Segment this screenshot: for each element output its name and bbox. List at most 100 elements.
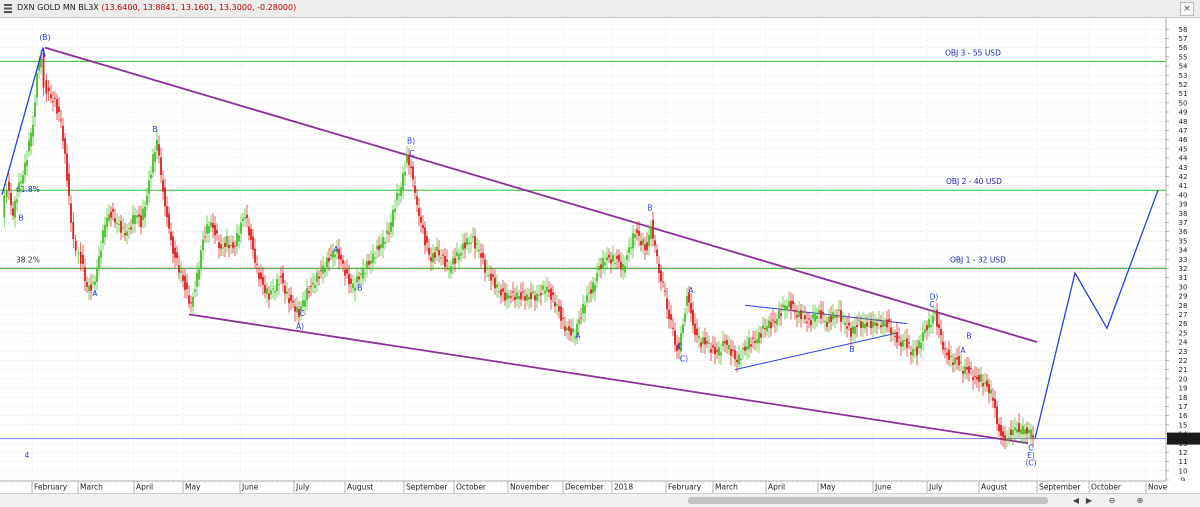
candle-body: [376, 246, 378, 249]
candle-body: [766, 325, 768, 332]
candle-body: [418, 208, 420, 217]
candle-body: [544, 290, 546, 294]
candle-body: [942, 341, 944, 350]
candle-body: [52, 101, 54, 103]
candle-body: [820, 310, 822, 319]
scroll-left-icon[interactable]: ◀: [1070, 495, 1082, 506]
candle-body: [482, 252, 484, 259]
candle-body: [400, 187, 402, 196]
price-chart[interactable]: OBJ 3 - 55 USD OBJ 2 - 40 USD 38.2% OBJ 1 -…: [0, 0, 1200, 507]
candle-body: [696, 328, 698, 336]
candle-body: [602, 257, 604, 269]
candle-body: [290, 294, 292, 301]
candle-body: [374, 257, 376, 259]
candle-body: [776, 319, 778, 325]
candle-body: [250, 228, 252, 240]
candle-body: [47, 87, 50, 92]
candle-body: [746, 346, 748, 351]
y-tick-label: 42: [1179, 173, 1188, 181]
candle-body: [866, 322, 868, 327]
scroll-right-icon[interactable]: ▶: [1083, 495, 1095, 506]
candle-body: [66, 153, 68, 181]
y-tick-label: 22: [1179, 357, 1188, 365]
y-tick-label: 47: [1179, 127, 1188, 135]
scroll-thumb[interactable]: [688, 497, 1048, 504]
candle-body: [710, 349, 712, 353]
candle-body: [570, 328, 572, 336]
candle-body: [104, 224, 106, 238]
candle-body: [760, 333, 762, 338]
candle-body: [784, 305, 786, 311]
candle-body: [756, 339, 758, 344]
candle-body: [444, 255, 446, 267]
candle-body: [366, 260, 368, 268]
candle-body: [698, 336, 700, 339]
candle-body: [28, 140, 30, 152]
candle-body: [738, 354, 740, 365]
candle-body: [148, 180, 150, 194]
candle-body: [670, 314, 672, 321]
y-tick-label: 40: [1179, 191, 1188, 199]
candle-body: [198, 269, 200, 280]
candle-body: [700, 342, 702, 347]
candle-body: [196, 273, 198, 287]
candle-body: [86, 282, 88, 287]
y-tick-label: 56: [1179, 44, 1188, 52]
candle-body: [926, 325, 928, 331]
x-tick-label: 2018: [614, 483, 633, 492]
candle-body: [354, 287, 356, 292]
candle-body: [310, 285, 312, 287]
y-tick-label: 37: [1179, 219, 1188, 227]
candle-body: [790, 300, 792, 310]
candle-body: [684, 313, 686, 322]
candle-body: [652, 219, 654, 239]
candle-body: [936, 309, 938, 327]
y-tick-label: 10: [1179, 467, 1188, 475]
candle-body: [892, 331, 894, 335]
y-tick-label: 29: [1179, 293, 1188, 301]
candle-body: [592, 282, 594, 294]
wave-label: C: [299, 309, 304, 318]
candle-body: [958, 356, 960, 366]
candle-body: [562, 317, 564, 320]
candle-body: [898, 336, 900, 338]
candle-body: [662, 281, 664, 283]
y-tick-label: 58: [1179, 26, 1188, 34]
candle-body: [886, 319, 888, 328]
zoom-out-icon[interactable]: ⊖: [1106, 495, 1118, 506]
candle-body: [788, 301, 790, 308]
candle-body: [808, 318, 810, 320]
candle-body: [380, 244, 382, 249]
candle-body: [158, 144, 160, 156]
candle-body: [908, 342, 910, 344]
candle-body: [558, 305, 560, 312]
candle-body: [638, 230, 640, 236]
zoom-in-icon[interactable]: ⊕: [1134, 495, 1146, 506]
candle-body: [156, 139, 158, 151]
candle-body: [894, 335, 896, 337]
candle-body: [856, 324, 858, 328]
candle-body: [716, 349, 718, 352]
candle-body: [268, 293, 270, 300]
candle-body: [846, 326, 848, 329]
candle-body: [762, 325, 764, 329]
wave-label: A: [960, 346, 966, 355]
candle-body: [564, 326, 566, 332]
candle-body: [668, 309, 670, 319]
candle-body: [294, 306, 296, 312]
candle-body: [632, 233, 634, 249]
candle-body: [470, 242, 472, 244]
candle-body: [714, 347, 716, 355]
candle-body: [320, 270, 322, 272]
x-tick-label: April: [136, 483, 153, 492]
candle-body: [318, 276, 320, 279]
candle-body: [260, 272, 262, 280]
candle-body: [186, 282, 188, 289]
candle-body: [906, 338, 908, 348]
candle-body: [476, 243, 478, 245]
candle-body: [392, 210, 394, 227]
wave-label: B): [407, 136, 415, 145]
candle-body: [102, 230, 104, 243]
candle-body: [620, 261, 622, 270]
horizontal-scrollbar[interactable]: ◀ ▶ ⊖ ⊕: [0, 493, 1200, 507]
